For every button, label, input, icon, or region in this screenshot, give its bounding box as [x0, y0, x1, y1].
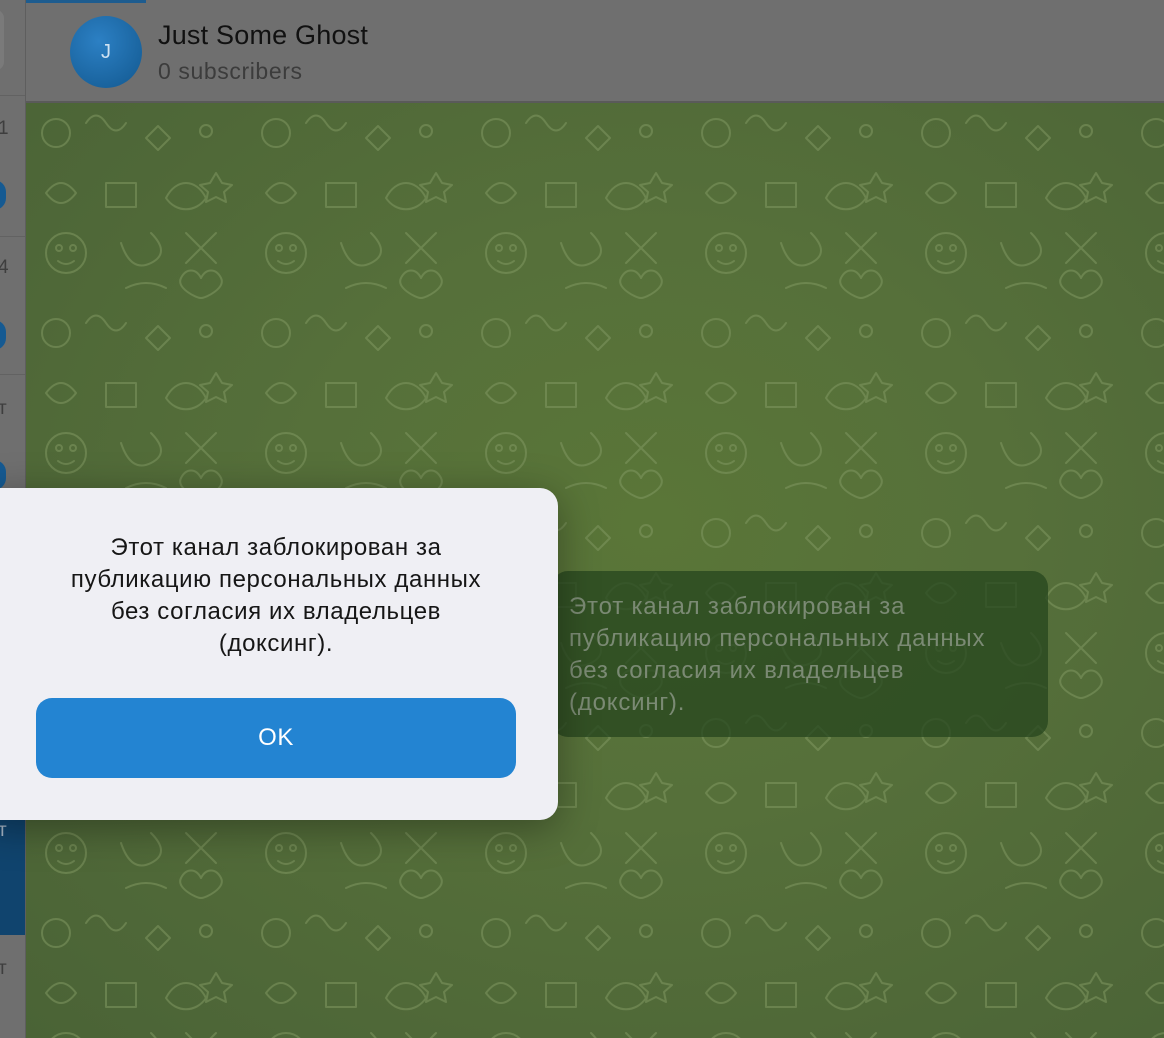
alert-dialog: Этот канал заблокирован за публикацию пе… [0, 488, 558, 820]
chat-item-time: т [0, 820, 7, 842]
dialog-message: Этот канал заблокирован за публикацию пе… [70, 534, 482, 657]
sidebar-divider [0, 236, 25, 237]
chat-item-time: 4 [0, 257, 9, 279]
app-window: 1 4 т т т J Just Some Ghost 0 subscriber… [0, 0, 1164, 1038]
ok-button-label: OK [258, 724, 294, 751]
unread-badge [0, 320, 6, 350]
service-message-text: Этот канал заблокирован за публикацию пе… [569, 593, 986, 716]
avatar-letter: J [101, 40, 111, 63]
channel-title: Just Some Ghost [158, 20, 369, 50]
unread-badge [0, 180, 6, 210]
chat-header[interactable]: J Just Some Ghost 0 subscribers [26, 0, 1164, 103]
chat-item-time: т [0, 958, 7, 980]
chat-item-time: 1 [0, 118, 9, 140]
chat-item-time: т [0, 398, 7, 420]
sidebar-menu-button[interactable] [0, 10, 4, 70]
ok-button[interactable]: OK [36, 698, 516, 778]
sidebar-divider [0, 374, 25, 375]
service-message-bubble: Этот канал заблокирован за публикацию пе… [552, 571, 1048, 737]
unread-badge [0, 460, 6, 490]
avatar[interactable]: J [70, 16, 142, 88]
subscriber-count: 0 subscribers [158, 58, 303, 84]
header-accent-line [26, 0, 146, 3]
sidebar-divider [0, 95, 25, 96]
